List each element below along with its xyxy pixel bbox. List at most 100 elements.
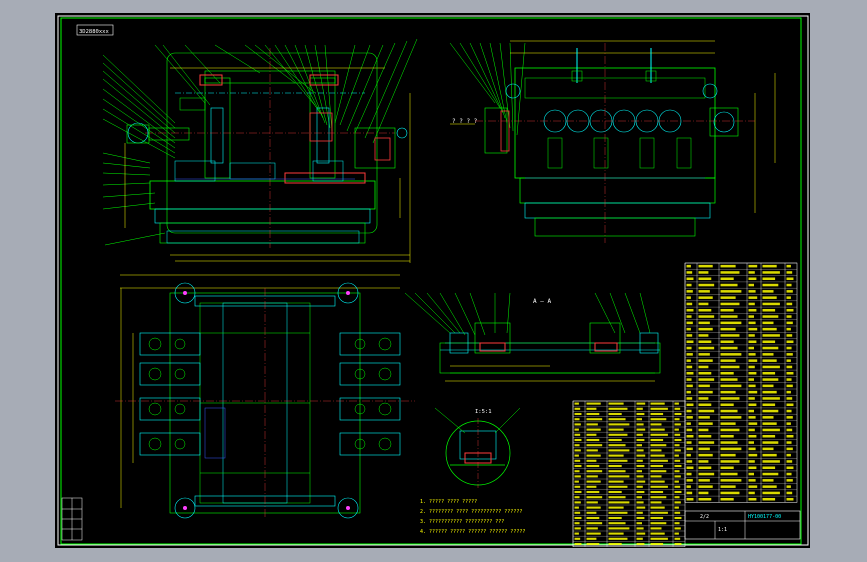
- parts-table-cell: [650, 428, 665, 431]
- parts-table-cell: [698, 340, 712, 344]
- parts-table-cell: [762, 479, 774, 482]
- parts-table-cell: [574, 459, 581, 462]
- parts-table-cell: [698, 485, 713, 488]
- parts-table-cell: [720, 466, 734, 470]
- parts-table-cell: [636, 511, 643, 514]
- parts-table-cell: [720, 485, 736, 488]
- parts-table-cell: [686, 416, 693, 419]
- note-4: 4. ?????? ????? ?????? ?????? ?????: [420, 529, 525, 535]
- parts-table-cell: [720, 472, 738, 476]
- parts-table-cell: [650, 475, 662, 478]
- parts-table-cell: [674, 459, 681, 462]
- parts-table-cell: [608, 433, 628, 436]
- parts-table-cell: [686, 428, 693, 432]
- parts-table-cell: [762, 302, 780, 306]
- note-3: 3. ??????????? ????????? ???: [420, 519, 504, 525]
- cad-drawing-canvas[interactable]: 3D2880xxx ? ? ? ? A — A I:5:1 1. ????? ?…: [55, 13, 810, 548]
- parts-table-cell: [574, 454, 579, 457]
- parts-table-cell: [720, 491, 740, 495]
- parts-table-cell: [786, 453, 791, 457]
- parts-table-cell: [608, 418, 626, 421]
- parts-table-cell: [720, 416, 742, 419]
- parts-table-cell: [574, 480, 579, 483]
- parts-table-cell: [762, 434, 776, 438]
- parts-table-cell: [586, 490, 600, 494]
- parts-table-cell: [720, 264, 736, 268]
- parts-table-cell: [608, 480, 624, 483]
- parts-table-cell: [686, 277, 694, 281]
- parts-table-cell: [674, 537, 681, 540]
- parts-table-cell: [762, 340, 776, 344]
- parts-table-cell: [586, 428, 601, 431]
- parts-table-cell: [674, 516, 682, 520]
- parts-table-cell: [762, 296, 777, 299]
- parts-table-cell: [608, 485, 628, 488]
- parts-table-cell: [786, 340, 794, 344]
- parts-table-cell: [586, 516, 600, 520]
- parts-table-cell: [586, 480, 601, 483]
- parts-table-cell: [686, 434, 694, 438]
- parts-table-cell: [674, 475, 681, 478]
- parts-table-cell: [674, 407, 681, 410]
- parts-table-cell: [786, 315, 792, 318]
- parts-table-cell: [574, 511, 581, 514]
- parts-table-cell: [720, 346, 738, 350]
- parts-table-cell: [608, 407, 628, 410]
- parts-table-cell: [748, 308, 757, 312]
- parts-table-cell: [608, 449, 630, 452]
- parts-table-cell: [608, 522, 626, 525]
- parts-table-cell: [720, 447, 742, 451]
- parts-table-cell: [650, 537, 668, 540]
- parts-table-cell: [748, 359, 758, 362]
- parts-table-cell: [586, 511, 597, 514]
- parts-table-cell: [720, 321, 742, 325]
- parts-table-cell: [698, 296, 713, 299]
- parts-table-cell: [686, 491, 693, 495]
- parts-table-cell: [748, 472, 754, 476]
- parts-table-cell: [786, 416, 793, 419]
- parts-table-cell: [650, 459, 668, 462]
- parts-table-cell: [720, 390, 736, 394]
- parts-table-cell: [636, 480, 646, 483]
- parts-table-cell: [636, 454, 646, 457]
- parts-table-cell: [636, 402, 646, 405]
- parts-table-cell: [636, 506, 646, 509]
- parts-table-cell: [574, 444, 580, 447]
- parts-table-cell: [720, 302, 740, 306]
- parts-table-cell: [748, 346, 754, 350]
- parts-table-cell: [698, 390, 713, 394]
- title-block: HY100177-00 1:1 2/2: [684, 510, 801, 540]
- parts-table-cell: [650, 412, 664, 416]
- parts-table-cell: [698, 283, 715, 287]
- parts-table-cell: [786, 472, 792, 476]
- parts-table-cell: [786, 409, 792, 413]
- parts-table-cell: [698, 321, 710, 325]
- parts-table-cell: [574, 532, 579, 535]
- parts-table-cell: [636, 522, 642, 525]
- parts-table-cell: [762, 403, 776, 407]
- sheet-scale: 1:1: [718, 527, 727, 533]
- parts-table-cell: [686, 472, 692, 476]
- parts-table-cell: [762, 371, 776, 375]
- parts-table-cell: [636, 542, 645, 546]
- parts-table-cell: [686, 308, 694, 312]
- parts-table-cell: [674, 496, 680, 499]
- parts-table-cell: [574, 428, 579, 431]
- parts-table-cell: [574, 496, 580, 499]
- parts-table-cell: [720, 403, 734, 407]
- parts-table-cell: [636, 418, 642, 421]
- parts-table-cell: [674, 485, 681, 488]
- parts-table-cell: [720, 277, 734, 281]
- parts-table-cell: [720, 365, 740, 369]
- parts-table-cell: [586, 506, 601, 509]
- parts-table-cell: [786, 334, 793, 337]
- parts-table-cell: [762, 485, 777, 488]
- parts-table-cell: [786, 428, 793, 432]
- parts-table-cell: [586, 537, 597, 540]
- parts-table-cell: [786, 491, 793, 495]
- parts-table-cell: [698, 453, 713, 457]
- parts-table-cell: [686, 466, 694, 470]
- parts-table-cell: [748, 371, 757, 375]
- parts-table-cell: [574, 516, 582, 520]
- parts-table-cell: [586, 433, 597, 436]
